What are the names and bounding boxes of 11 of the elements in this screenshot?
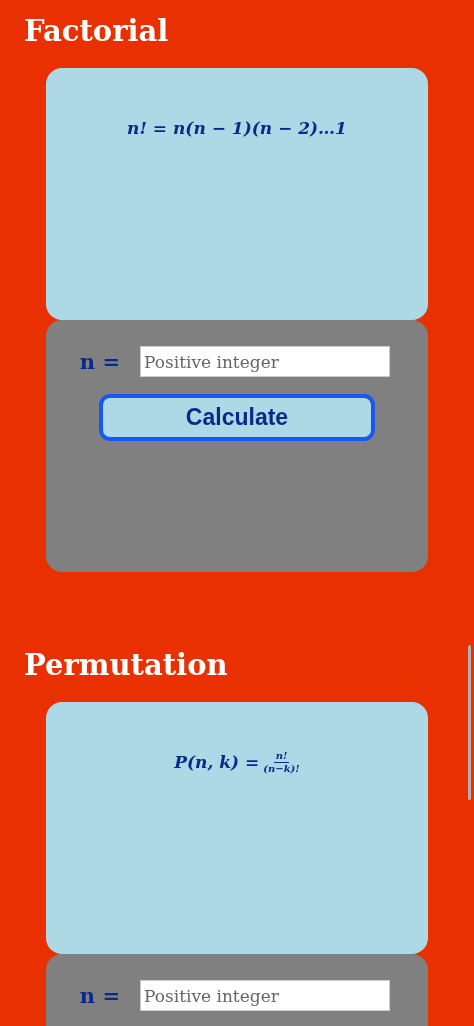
section-title: Permutation — [23, 647, 229, 684]
input-field[interactable]: Positive integer — [140, 346, 390, 378]
field-label: n = — [78, 982, 121, 1010]
section-title: Factorial — [23, 13, 170, 50]
input-field[interactable]: Positive integer — [140, 980, 390, 1012]
calculate-button[interactable]: Calculate — [99, 393, 375, 441]
formula-lhs: P(n, k) = — [174, 751, 260, 774]
fraction: n! (n−k)! — [263, 750, 300, 776]
scrollbar-thumb[interactable] — [468, 645, 471, 800]
formula: n! = n(n − 1)(n − 2)…1 — [127, 118, 347, 138]
field-label: n = — [78, 348, 121, 376]
